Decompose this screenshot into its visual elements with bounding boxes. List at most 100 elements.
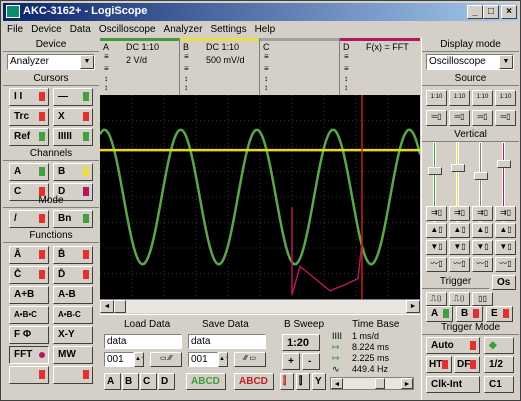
trigger-edge-2-button[interactable]: ⎍▯: [449, 292, 470, 306]
trigger-c1-button[interactable]: C1: [484, 376, 514, 393]
function-abc-button[interactable]: A•B•C: [9, 306, 49, 324]
trigger-b-button[interactable]: B: [456, 306, 483, 322]
function-not-a-button[interactable]: Ā: [9, 246, 49, 264]
device-select[interactable]: Analyzer ▼: [7, 54, 95, 70]
menu-device[interactable]: Device: [27, 22, 66, 35]
vert-c-3-button[interactable]: ▼▯: [472, 240, 493, 255]
function-mw-button[interactable]: MW: [53, 346, 93, 364]
function-a-minus-b-button[interactable]: A-B: [53, 286, 93, 304]
trigger-clock-button[interactable]: Clk-Int: [426, 376, 480, 393]
sweep-plus-button[interactable]: +: [282, 353, 300, 370]
function-extra1-button[interactable]: [9, 366, 49, 384]
mode-slope-button[interactable]: /: [9, 210, 49, 228]
source-b-button[interactable]: 1:10: [449, 90, 470, 106]
function-fft-button[interactable]: FFT: [9, 346, 49, 364]
abcd-green-button[interactable]: ABCD: [186, 373, 226, 390]
vert-d-1-button[interactable]: ⇉▯: [495, 206, 516, 221]
source-c-button[interactable]: 1:10: [472, 90, 493, 106]
save-name-input[interactable]: data: [188, 334, 266, 349]
vert-c-2-button[interactable]: ▲▯: [472, 223, 493, 238]
trace-button[interactable]: Trc: [9, 108, 49, 126]
sweep-mode-2-button[interactable]: ⫿: [296, 373, 310, 390]
trigger-df-button[interactable]: DF: [454, 356, 480, 373]
load-channel-c-button[interactable]: C: [140, 373, 157, 390]
menu-data[interactable]: Data: [66, 22, 95, 35]
vert-a-1-button[interactable]: ⇉▯: [426, 206, 447, 221]
sweep-value-button[interactable]: 1:20: [282, 334, 320, 351]
load-icon[interactable]: ▭ ⁄⁄⁄: [150, 352, 182, 367]
slider-thumb[interactable]: [375, 378, 385, 389]
vert-b-4-button[interactable]: 〰▯: [449, 257, 470, 272]
vert-b-3-button[interactable]: ▼▯: [449, 240, 470, 255]
coupling-d-button[interactable]: ═▯: [495, 110, 516, 126]
vert-c-4-button[interactable]: 〰▯: [472, 257, 493, 272]
vert-b-2-button[interactable]: ▲▯: [449, 223, 470, 238]
slider-knob[interactable]: [428, 167, 442, 175]
channel-b-button[interactable]: B: [53, 163, 93, 181]
oscilloscope-display[interactable]: [98, 95, 422, 299]
load-spinner[interactable]: ▲▼: [134, 352, 144, 367]
function-a-plus-b-button[interactable]: A+B: [9, 286, 49, 304]
os-button[interactable]: Os: [492, 275, 516, 290]
minimize-button[interactable]: _: [467, 5, 483, 19]
function-xy-button[interactable]: X-Y: [53, 326, 93, 344]
coupling-c-button[interactable]: ═▯: [472, 110, 493, 126]
menu-file[interactable]: File: [3, 22, 27, 35]
trigger-auto-button[interactable]: Auto: [426, 337, 480, 354]
ref-button[interactable]: Ref: [9, 128, 49, 146]
cursor-horizontal-button[interactable]: —: [53, 88, 93, 106]
vert-d-2-button[interactable]: ▲▯: [495, 223, 516, 238]
scroll-left-icon[interactable]: ◄: [100, 300, 114, 313]
function-not-c-button[interactable]: C̄: [9, 266, 49, 284]
function-not-d-button[interactable]: D̄: [53, 266, 93, 284]
function-ab-c-button[interactable]: A•B-C: [53, 306, 93, 324]
function-phase-button[interactable]: F Φ: [9, 326, 49, 344]
trigger-edge-1-button[interactable]: ⎍▯: [426, 292, 447, 306]
trigger-a-button[interactable]: A: [426, 306, 453, 322]
cross-button[interactable]: X: [53, 108, 93, 126]
load-channel-a-button[interactable]: A: [104, 373, 121, 390]
load-channel-d-button[interactable]: D: [158, 373, 175, 390]
menu-settings[interactable]: Settings: [206, 22, 250, 35]
save-index-input[interactable]: 001: [188, 352, 218, 367]
load-channel-b-button[interactable]: B: [122, 373, 139, 390]
coupling-a-button[interactable]: ═▯: [426, 110, 447, 126]
display-mode-select[interactable]: Oscilloscope ▼: [426, 54, 514, 70]
menu-analyzer[interactable]: Analyzer: [160, 22, 207, 35]
slider-knob[interactable]: [451, 164, 465, 172]
trigger-edge-3-button[interactable]: ▯▯: [472, 292, 493, 306]
channel-a-button[interactable]: A: [9, 163, 49, 181]
save-spinner[interactable]: ▲▼: [218, 352, 228, 367]
menu-help[interactable]: Help: [251, 22, 280, 35]
close-button[interactable]: ×: [501, 5, 517, 19]
scroll-left-icon[interactable]: ◄: [331, 378, 343, 389]
vert-c-1-button[interactable]: ⇉▯: [472, 206, 493, 221]
trigger-e-button[interactable]: E: [486, 306, 513, 322]
vert-d-3-button[interactable]: ▼▯: [495, 240, 516, 255]
abcd-red-button[interactable]: ABCD: [234, 373, 274, 390]
sweep-mode-3-button[interactable]: Y: [312, 373, 326, 390]
vert-b-1-button[interactable]: ⇉▯: [449, 206, 470, 221]
function-not-b-button[interactable]: B̄: [53, 246, 93, 264]
load-name-input[interactable]: data: [104, 334, 182, 349]
timebase-slider[interactable]: ◄ ►: [330, 377, 414, 390]
sweep-mode-1-button[interactable]: ⫿: [280, 373, 294, 390]
source-a-button[interactable]: 1:10: [426, 90, 447, 106]
maximize-button[interactable]: □: [483, 5, 499, 19]
mode-bn-button[interactable]: Bn: [53, 210, 93, 228]
save-icon[interactable]: ⁄⁄⁄ ▭: [234, 352, 266, 367]
slider-knob[interactable]: [474, 172, 488, 180]
vert-d-4-button[interactable]: 〰▯: [495, 257, 516, 272]
slider-knob[interactable]: [497, 160, 511, 168]
scroll-right-icon[interactable]: ►: [401, 378, 413, 389]
function-extra2-button[interactable]: [53, 366, 93, 384]
scroll-right-icon[interactable]: ►: [406, 300, 420, 313]
scroll-thumb[interactable]: [114, 300, 126, 313]
coupling-b-button[interactable]: ═▯: [449, 110, 470, 126]
trigger-ht-button[interactable]: HT: [426, 356, 452, 373]
menu-oscilloscope[interactable]: Oscilloscope: [95, 22, 160, 35]
source-d-button[interactable]: 1:10: [495, 90, 516, 106]
load-index-input[interactable]: 001: [104, 352, 134, 367]
cursor-vertical-button[interactable]: I I: [9, 88, 49, 106]
vert-a-4-button[interactable]: 〰▯: [426, 257, 447, 272]
